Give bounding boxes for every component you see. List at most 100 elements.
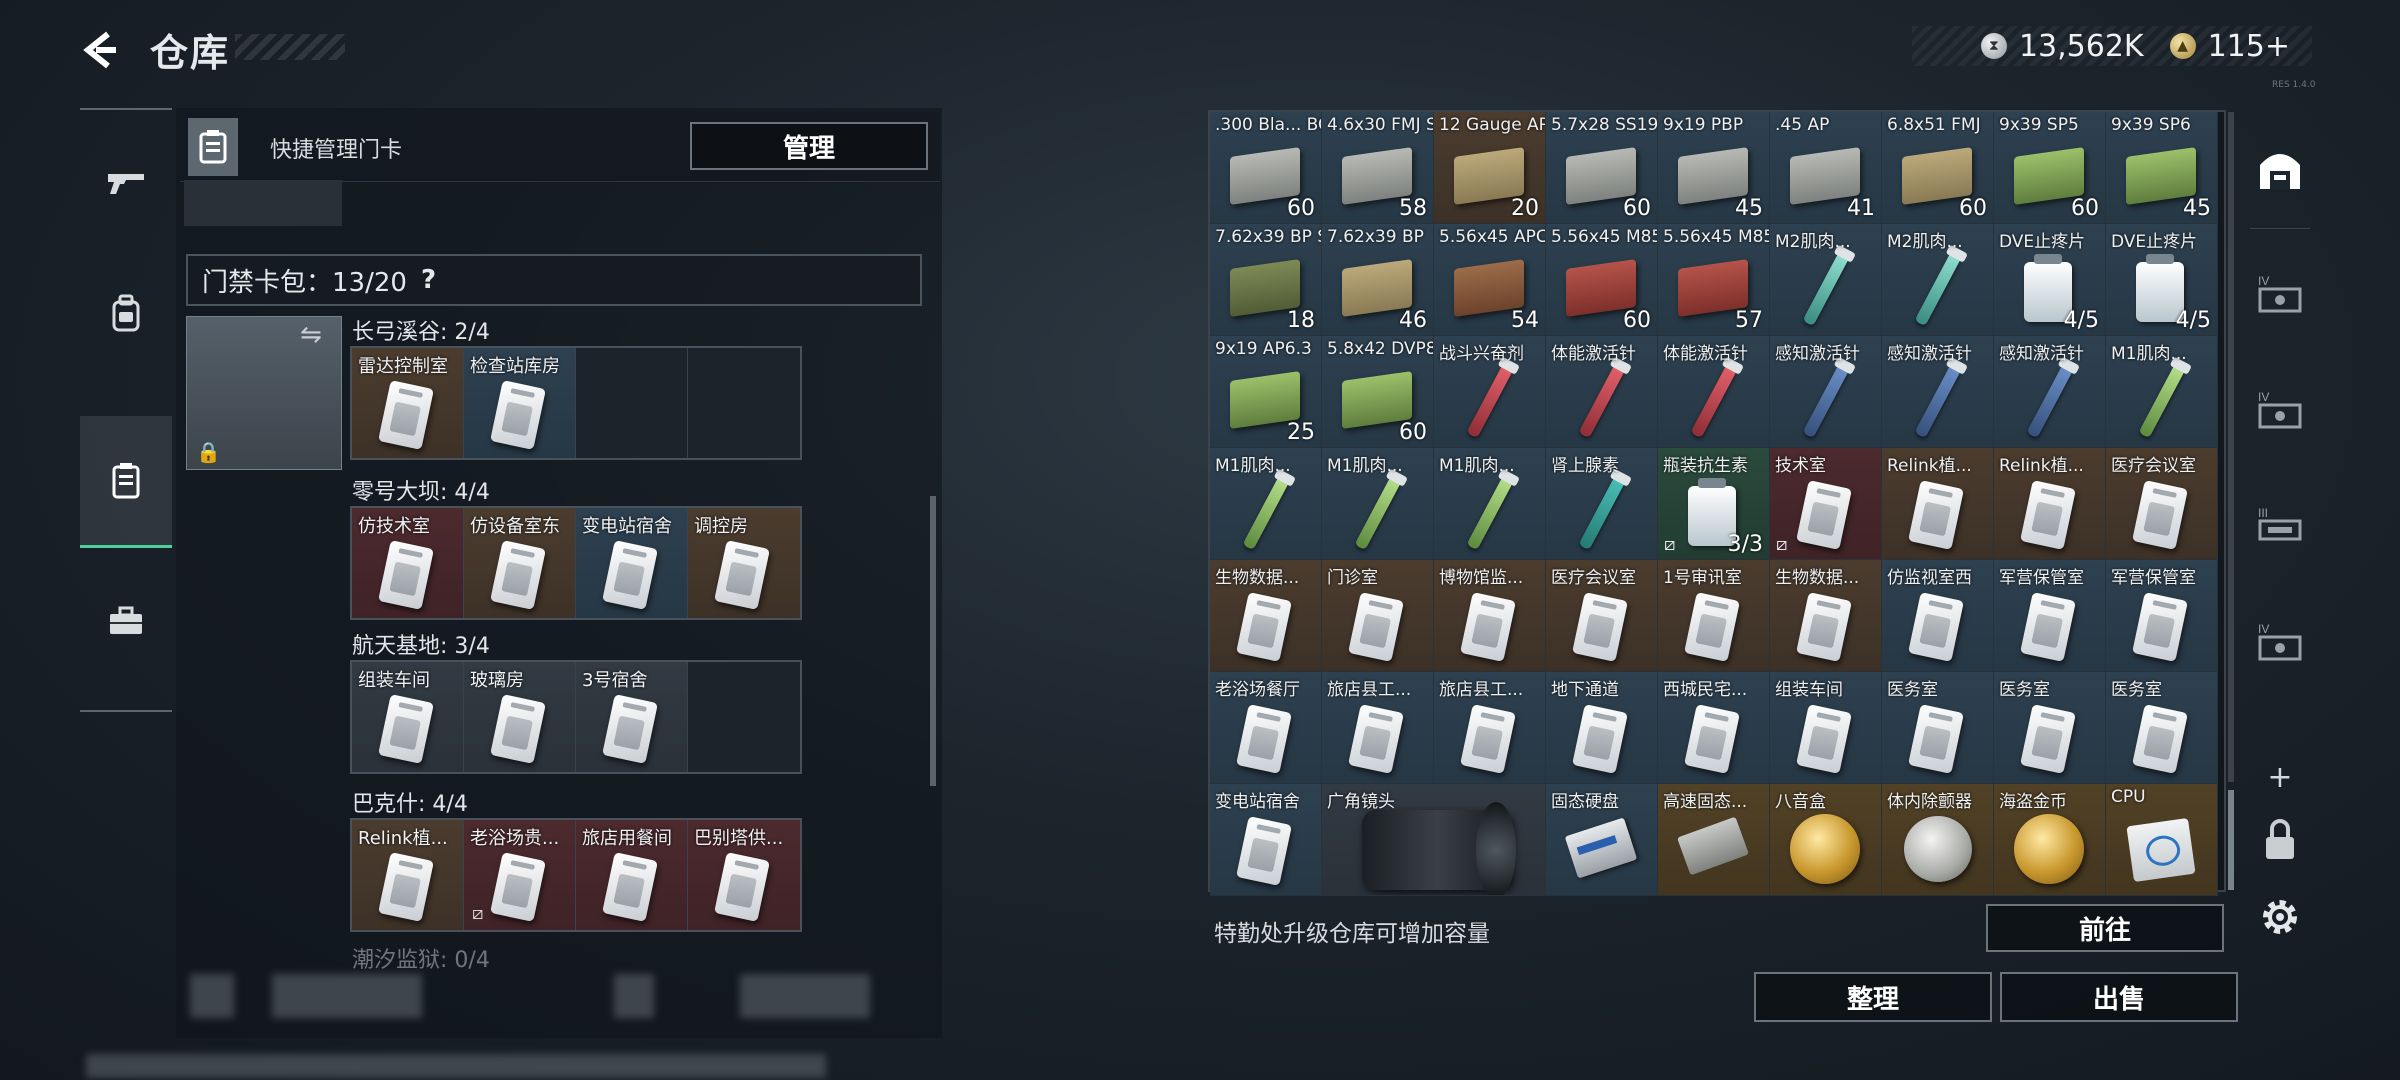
inventory-item[interactable]: 1号审讯室 (1658, 560, 1770, 672)
keycard-slot[interactable]: 玻璃房 (464, 662, 576, 772)
inventory-item[interactable]: 生物数据... (1770, 560, 1882, 672)
inventory-item[interactable]: M1肌肉... (2106, 336, 2218, 448)
keycard-slot[interactable]: 组装车间 (352, 662, 464, 772)
inventory-item[interactable]: 医疗会议室 (2106, 448, 2218, 560)
inventory-item[interactable]: 仿监视室西 (1882, 560, 1994, 672)
nav-storage-iv-3[interactable]: IV (2240, 588, 2320, 698)
inventory-item[interactable]: 5.8x42 DVP88 60 (1322, 336, 1434, 448)
keycard-icon (602, 540, 658, 610)
inventory-item[interactable]: 组装车间 (1770, 672, 1882, 784)
inventory-item[interactable]: 旅店县工... (1434, 672, 1546, 784)
inventory-item[interactable]: 9x39 SP6 45 (2106, 112, 2218, 224)
inventory-item[interactable]: 肾上腺素 (1546, 448, 1658, 560)
inventory-item[interactable]: M1肌肉... (1434, 448, 1546, 560)
inventory-item[interactable]: 战斗兴奋剂 (1434, 336, 1546, 448)
inventory-item[interactable]: 感知激活针 (1882, 336, 1994, 448)
keycard-slot[interactable]: 旅店用餐间 (576, 820, 688, 930)
inventory-item[interactable]: 门诊室 (1322, 560, 1434, 672)
nav-warehouse-main[interactable] (2240, 114, 2320, 224)
inventory-item[interactable]: M1肌肉... (1210, 448, 1322, 560)
inventory-item[interactable]: Relink植... (1882, 448, 1994, 560)
inventory-item[interactable]: 瓶装抗生素 3/3 ⧄ (1658, 448, 1770, 560)
keycard-slot[interactable]: Relink植... (352, 820, 464, 930)
goto-button[interactable]: 前往 (1986, 904, 2224, 952)
inventory-item[interactable]: DVE止疼片 4/5 (1994, 224, 2106, 336)
sell-button[interactable]: 出售 (2000, 972, 2238, 1022)
inventory-item[interactable]: 体能激活针 (1658, 336, 1770, 448)
inventory-item[interactable]: 地下通道 (1546, 672, 1658, 784)
manage-button[interactable]: 管理 (690, 122, 928, 170)
inventory-item[interactable]: M1肌肉... (1322, 448, 1434, 560)
keycard-slot[interactable]: 巴别塔供... (688, 820, 800, 930)
help-button[interactable]: ? (421, 265, 436, 295)
inventory-item[interactable]: 变电站宿舍 (1210, 784, 1322, 896)
inventory-item[interactable]: M2肌肉... (1882, 224, 1994, 336)
inventory-item[interactable]: 6.8x51 FMJ 60 (1882, 112, 1994, 224)
inventory-item[interactable]: 军营保管室 (2106, 560, 2218, 672)
inventory-item[interactable]: 军营保管室 (1994, 560, 2106, 672)
inventory-item[interactable]: 八音盒 (1770, 784, 1882, 896)
inventory-item[interactable]: 旅店县工... (1322, 672, 1434, 784)
keycard-slot[interactable]: 调控房 (688, 508, 800, 618)
swap-icon[interactable]: ⇋ (300, 320, 322, 350)
keycard-slot[interactable]: 3号宿舍 (576, 662, 688, 772)
inventory-item[interactable]: 博物馆监... (1434, 560, 1546, 672)
inventory-item[interactable]: 9x19 PBP 45 (1658, 112, 1770, 224)
keycard-slot[interactable]: 检查站库房 (464, 348, 576, 458)
inventory-item[interactable]: .45 AP 41 (1770, 112, 1882, 224)
inventory-item[interactable]: 广角镜头 (1322, 784, 1546, 896)
inventory-item[interactable]: 5.7x28 SS190 60 (1546, 112, 1658, 224)
inventory-item[interactable]: 医务室 (1882, 672, 1994, 784)
inventory-item[interactable]: 5.56x45 M855A1 57 (1658, 224, 1770, 336)
keycard-panel-scrollbar[interactable] (930, 496, 936, 786)
sort-button[interactable]: 整理 (1754, 972, 1992, 1022)
inventory-item[interactable]: 5.56x45 M855A1 60 (1546, 224, 1658, 336)
inventory-item[interactable]: Relink植... (1994, 448, 2106, 560)
inventory-item[interactable]: 技术室 ⧄ (1770, 448, 1882, 560)
inventory-item[interactable]: 感知激活针 (1994, 336, 2106, 448)
inventory-item[interactable]: 海盗金币 (1994, 784, 2106, 896)
inventory-item[interactable]: 7.62x39 BP SUB 18 (1210, 224, 1322, 336)
nav-toolbox[interactable] (80, 554, 172, 686)
inventory-item[interactable]: M2肌肉... (1770, 224, 1882, 336)
inventory-item[interactable]: DVE止疼片 4/5 (2106, 224, 2218, 336)
keycard-slot[interactable]: 仿设备室东 (464, 508, 576, 618)
nav-storage-iv-1[interactable]: IV (2240, 240, 2320, 350)
inventory-scrollbar-thumb[interactable] (2228, 790, 2234, 890)
keycard-icon (378, 540, 434, 610)
inventory-item[interactable]: 9x39 SP5 60 (1994, 112, 2106, 224)
inventory-item[interactable]: 西城民宅... (1658, 672, 1770, 784)
inventory-item[interactable]: 医疗会议室 (1546, 560, 1658, 672)
keycard-slot[interactable]: 老浴场贵... ⧄ (464, 820, 576, 930)
empty-keycard-slot[interactable] (688, 662, 800, 772)
inventory-item[interactable]: 4.6x30 FMJ SX 58 (1322, 112, 1434, 224)
inventory-item[interactable]: 5.56x45 APC 54 (1434, 224, 1546, 336)
nav-backpack[interactable] (80, 248, 172, 380)
empty-keycard-slot[interactable] (576, 348, 688, 458)
inventory-item[interactable]: .300 Bla... BCP FMJ 60 (1210, 112, 1322, 224)
inventory-item[interactable]: 固态硬盘 (1546, 784, 1658, 896)
inventory-item[interactable]: 感知激活针 (1770, 336, 1882, 448)
nav-storage-iv-2[interactable]: IV (2240, 356, 2320, 466)
inventory-item[interactable]: 医务室 (1994, 672, 2106, 784)
gold-currency-value[interactable]: 115+ (2208, 29, 2290, 64)
keycard-slot[interactable]: 变电站宿舍 (576, 508, 688, 618)
inventory-item[interactable]: 高速固态... (1658, 784, 1770, 896)
nav-weapons[interactable] (80, 116, 172, 248)
keycard-slot[interactable]: 雷达控制室 (352, 348, 464, 458)
inventory-item[interactable]: 生物数据... (1210, 560, 1322, 672)
inventory-item[interactable]: 体能激活针 (1546, 336, 1658, 448)
inventory-item[interactable]: 老浴场餐厅 (1210, 672, 1322, 784)
nav-keycards[interactable] (80, 416, 172, 548)
inventory-item[interactable]: 医务室 (2106, 672, 2218, 784)
inventory-item[interactable]: 9x19 AP6.3 25 (1210, 336, 1322, 448)
inventory-item[interactable]: 体内除颤器 (1882, 784, 1994, 896)
nav-storage-iii[interactable]: III (2240, 472, 2320, 582)
keycard-slot[interactable]: 仿技术室 (352, 508, 464, 618)
inventory-item[interactable]: 12 Gauge AP-20 20 (1434, 112, 1546, 224)
empty-keycard-slot[interactable] (688, 348, 800, 458)
back-button[interactable] (78, 28, 122, 72)
inventory-item[interactable]: CPU (2106, 784, 2218, 896)
nav-settings[interactable] (2240, 862, 2320, 972)
inventory-item[interactable]: 7.62x39 BP 46 (1322, 224, 1434, 336)
